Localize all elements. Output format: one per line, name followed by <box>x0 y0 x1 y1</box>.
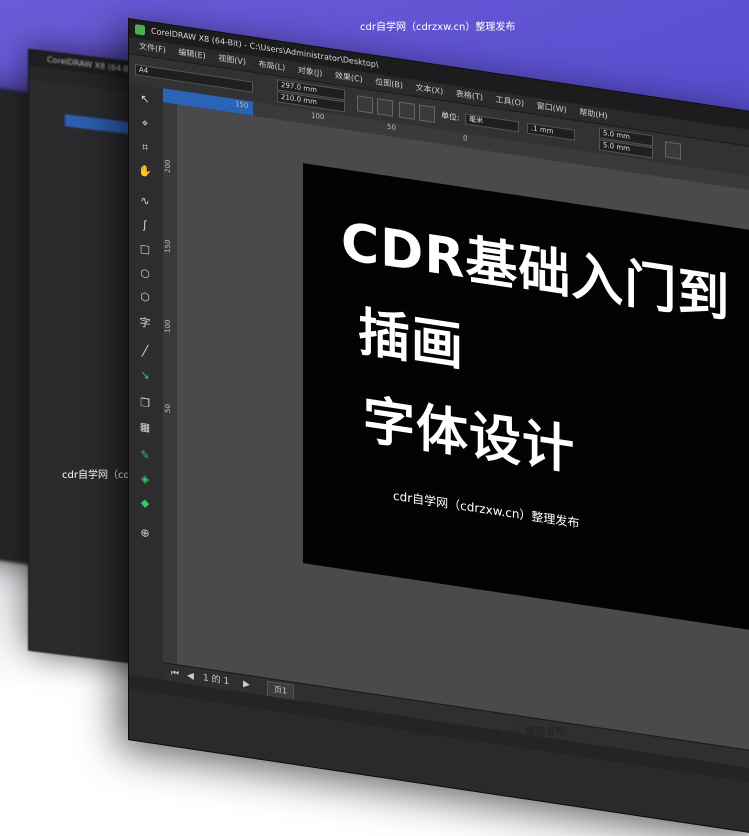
ruler-tick-label: 100 <box>164 319 172 334</box>
crop-tool-icon[interactable]: ⌗ <box>137 138 153 156</box>
menu-bitmap[interactable]: 位图(B) <box>375 77 403 90</box>
rectangle-tool-icon[interactable]: □ <box>137 240 153 258</box>
pick-tool-icon[interactable]: ↖ <box>137 90 153 108</box>
menu-file[interactable]: 文件(F) <box>139 42 166 55</box>
menu-object[interactable]: 对象(J) <box>298 65 323 78</box>
ruler-tick-label: 100 <box>311 111 325 122</box>
ruler-tick-label: 200 <box>164 159 172 174</box>
units-select[interactable]: 毫米 <box>465 113 519 133</box>
ruler-tick-label: 50 <box>387 122 396 133</box>
all-pages-icon[interactable] <box>399 101 415 120</box>
artboard-title-line2[interactable]: 插画 <box>358 289 464 380</box>
dimension-tool-icon[interactable]: ╱ <box>137 342 153 360</box>
text-tool-icon[interactable]: 字 <box>137 314 153 332</box>
watermark-page: cdr自学网（cdrzxw.cn）整理发布 <box>393 488 580 531</box>
watermark-top: cdr自学网（cdrzxw.cn）整理发布 <box>360 22 516 33</box>
coreldraw-logo-icon <box>135 24 145 36</box>
landscape-icon[interactable] <box>377 98 393 117</box>
menu-table[interactable]: 表格(T) <box>456 89 483 102</box>
artboard-title-line3[interactable]: 字体设计 <box>363 377 575 484</box>
menu-window[interactable]: 窗口(W) <box>537 101 567 115</box>
artboard-page[interactable]: CDR基础入门到 插画 字体设计 cdr自学网（cdrzxw.cn）整理发布 <box>303 163 749 634</box>
freehand-tool-icon[interactable]: ∿ <box>137 192 153 210</box>
toolbox: ↖ ⌖ ⌗ ✋ ∿ ʃ □ ○ ⬡ 字 ╱ ↘ ❐ ▦ ✎ ◈ ◆ ⊕ <box>129 83 164 689</box>
vertical-ruler: 200 150 100 50 <box>163 102 178 665</box>
menu-edit[interactable]: 编辑(E) <box>178 48 205 61</box>
watermark-bottom: cdr自学网（cdrzxw.cn）整理发布 <box>410 727 566 738</box>
polygon-tool-icon[interactable]: ⬡ <box>137 288 153 306</box>
nudge-distance-field[interactable]: .1 mm <box>527 122 575 141</box>
drop-shadow-tool-icon[interactable]: ❐ <box>137 394 153 412</box>
artistic-media-icon[interactable]: ʃ <box>137 216 153 234</box>
menu-view[interactable]: 视图(V) <box>218 53 246 66</box>
ruler-tick-label: 0 <box>463 134 468 143</box>
menu-layout[interactable]: 布局(L) <box>259 60 286 73</box>
ruler-tick-label: 50 <box>164 403 172 414</box>
transparency-tool-icon[interactable]: ▦ <box>137 418 153 436</box>
bleed-icon[interactable] <box>665 141 681 160</box>
shape-tool-icon[interactable]: ⌖ <box>137 114 153 132</box>
portrait-icon[interactable] <box>357 95 373 114</box>
drawing-canvas[interactable]: CDR基础入门到 插画 字体设计 cdr自学网（cdrzxw.cn）整理发布 <box>177 104 749 753</box>
menu-text[interactable]: 文本(X) <box>416 83 444 96</box>
eyedropper-tool-icon[interactable]: ✎ <box>137 446 153 464</box>
menu-effects[interactable]: 效果(C) <box>335 71 363 84</box>
units-label: 单位: <box>441 110 460 123</box>
smart-fill-icon[interactable]: ◆ <box>137 494 153 512</box>
coreldraw-main-window: CorelDRAW X8 (64-Bit) - C:\Users\Adminis… <box>128 18 749 836</box>
current-page-icon[interactable] <box>419 104 435 123</box>
ruler-tick-label: 150 <box>164 239 172 254</box>
more-tools-icon[interactable]: ⊕ <box>137 524 153 542</box>
menu-tools[interactable]: 工具(O) <box>496 95 525 108</box>
pan-tool-icon[interactable]: ✋ <box>137 162 153 180</box>
interactive-fill-icon[interactable]: ◈ <box>137 470 153 488</box>
menu-help[interactable]: 帮助(H) <box>579 107 607 120</box>
ellipse-tool-icon[interactable]: ○ <box>137 264 153 282</box>
connector-tool-icon[interactable]: ↘ <box>137 366 153 384</box>
